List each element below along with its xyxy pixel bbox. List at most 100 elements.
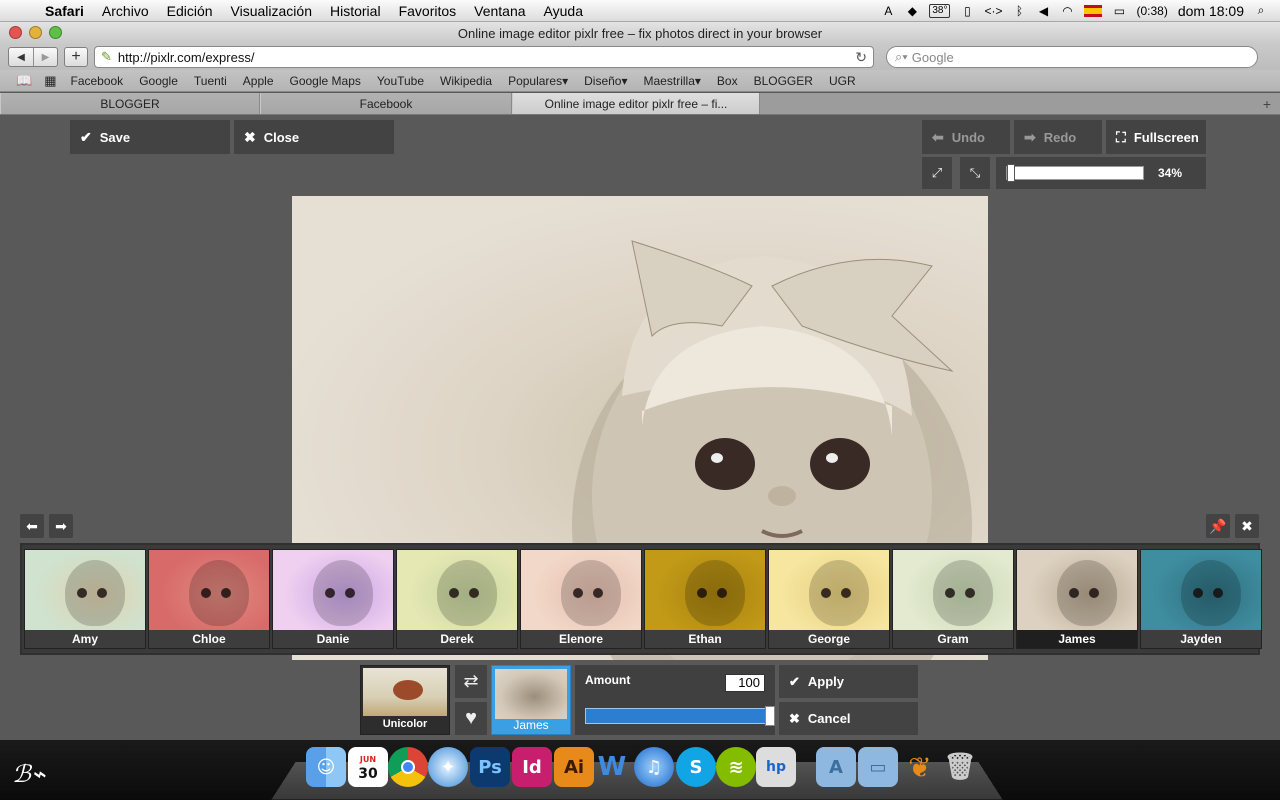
adobe-icon[interactable]: A — [881, 4, 895, 18]
reading-list-icon[interactable]: 📖 — [10, 73, 38, 89]
strip-next-button[interactable]: ➡ — [49, 514, 73, 538]
clipboard-icon[interactable]: ▯ — [960, 4, 974, 18]
clock[interactable]: dom 18:09 — [1178, 3, 1244, 19]
effect-thumbnail[interactable]: James — [1016, 549, 1138, 649]
bluetooth-icon[interactable]: ᛒ — [1012, 4, 1026, 18]
zoom-slider[interactable] — [1006, 164, 1144, 182]
add-bookmark-button[interactable]: + — [64, 47, 88, 67]
save-button[interactable]: ✔ Save — [70, 120, 230, 154]
menu-edicion[interactable]: Edición — [158, 3, 222, 19]
search-field[interactable]: ⌕▾ Google — [886, 46, 1258, 68]
bookmark-diseno[interactable]: Diseño▾ — [576, 74, 635, 88]
tab-blogger[interactable]: BLOGGER — [0, 93, 260, 114]
reload-icon[interactable]: ↻ — [855, 49, 867, 66]
bookmark-maestrilla[interactable]: Maestrilla▾ — [636, 74, 709, 88]
effect-thumbnail[interactable]: Jayden — [1140, 549, 1262, 649]
wifi-icon[interactable]: ◠ — [1060, 4, 1074, 18]
effect-thumbnail[interactable]: Derek — [396, 549, 518, 649]
dropbox-icon[interactable]: ◆ — [905, 4, 919, 18]
safari-icon[interactable]: ✦ — [428, 747, 468, 787]
strip-prev-button[interactable]: ⬅ — [20, 514, 44, 538]
effect-thumbnail[interactable]: Amy — [24, 549, 146, 649]
redo-button[interactable]: ➡ Redo — [1014, 120, 1102, 154]
apply-button[interactable]: ✔ Apply — [779, 665, 918, 698]
amount-input[interactable]: 100 — [725, 674, 765, 692]
actual-size-button[interactable]: ⤡ — [960, 157, 990, 189]
bookmark-facebook[interactable]: Facebook — [62, 74, 131, 88]
effect-thumbnail[interactable]: Gram — [892, 549, 1014, 649]
effect-thumbnail[interactable]: Ethan — [644, 549, 766, 649]
url-text[interactable]: http://pixlr.com/express/ — [118, 50, 255, 65]
bookmark-google-maps[interactable]: Google Maps — [282, 74, 369, 88]
transmit-icon[interactable]: ❦ — [900, 747, 940, 787]
menu-app-safari[interactable]: Safari — [36, 3, 93, 19]
menu-ventana[interactable]: Ventana — [465, 3, 534, 19]
back-button[interactable]: ◀ — [9, 48, 33, 66]
spotify-icon[interactable]: ≋ — [716, 747, 756, 787]
random-effect-button[interactable]: ⇄ — [455, 665, 487, 698]
trash-icon[interactable]: 🗑 — [940, 747, 980, 787]
close-button[interactable]: ✖ Close — [234, 120, 394, 154]
spotlight-icon[interactable]: ⌕ — [1254, 3, 1268, 18]
volume-icon[interactable]: ◀ — [1036, 4, 1050, 18]
menu-visualizacion[interactable]: Visualización — [222, 3, 321, 19]
category-unicolor-button[interactable]: Unicolor — [360, 665, 450, 735]
new-tab-icon[interactable]: + — [1254, 93, 1280, 114]
bookmark-ugr[interactable]: UGR — [821, 74, 864, 88]
finder-icon[interactable]: ☺ — [306, 747, 346, 787]
pin-strip-button[interactable]: 📌 — [1206, 514, 1230, 538]
bookmark-blogger[interactable]: BLOGGER — [746, 74, 821, 88]
bookmark-tuenti[interactable]: Tuenti — [186, 74, 235, 88]
menu-ayuda[interactable]: Ayuda — [535, 3, 592, 19]
cancel-button[interactable]: ✖ Cancel — [779, 702, 918, 735]
zoom-slider-thumb[interactable] — [1007, 164, 1015, 182]
forward-button[interactable]: ▶ — [33, 48, 57, 66]
menu-favoritos[interactable]: Favoritos — [390, 3, 466, 19]
zoom-window-button[interactable] — [49, 26, 62, 39]
documents-folder-icon[interactable]: ▭ — [858, 747, 898, 787]
effect-thumbnail[interactable]: Elenore — [520, 549, 642, 649]
battery-icon[interactable]: ▭ — [1112, 4, 1126, 18]
shuffle-icon: ⇄ — [463, 671, 479, 691]
selected-effect-thumbnail[interactable]: James — [491, 665, 571, 735]
minimize-window-button[interactable] — [29, 26, 42, 39]
illustrator-icon[interactable]: Ai — [554, 747, 594, 787]
effect-thumbnail[interactable]: George — [768, 549, 890, 649]
amount-slider[interactable] — [585, 706, 775, 726]
bookmark-box[interactable]: Box — [709, 74, 746, 88]
menu-bar: Safari Archivo Edición Visualización His… — [0, 0, 1280, 22]
photoshop-icon[interactable]: Ps — [470, 747, 510, 787]
chrome-icon[interactable] — [388, 747, 428, 787]
itunes-icon[interactable]: ♫ — [634, 747, 674, 787]
menu-historial[interactable]: Historial — [321, 3, 390, 19]
preview-icon[interactable]: hp — [756, 747, 796, 787]
menu-archivo[interactable]: Archivo — [93, 3, 158, 19]
fullscreen-button[interactable]: ⛶ Fullscreen — [1106, 120, 1206, 154]
ical-icon[interactable]: JUN 30 — [348, 747, 388, 787]
bookmark-apple[interactable]: Apple — [235, 74, 282, 88]
battery-time[interactable]: (0:38) — [1136, 4, 1167, 18]
effect-thumbnail[interactable]: Chloe — [148, 549, 270, 649]
tab-pixlr[interactable]: Online image editor pixlr free – fi... — [512, 93, 760, 114]
bookmark-youtube[interactable]: YouTube — [369, 74, 432, 88]
amount-slider-thumb[interactable] — [765, 706, 775, 726]
favorite-button[interactable]: ♥ — [455, 702, 487, 735]
dreamweaver-icon[interactable]: W — [592, 747, 632, 787]
bookmark-wikipedia[interactable]: Wikipedia — [432, 74, 500, 88]
top-sites-icon[interactable]: ▦ — [38, 73, 62, 89]
indesign-icon[interactable]: Id — [512, 747, 552, 787]
close-window-button[interactable] — [9, 26, 22, 39]
undo-button[interactable]: ⬅ Undo — [922, 120, 1010, 154]
code-icon[interactable]: <·> — [984, 4, 1002, 18]
address-bar[interactable]: ✎ http://pixlr.com/express/ ↻ — [94, 46, 874, 68]
flag-spain-icon[interactable] — [1084, 4, 1103, 17]
bookmark-google[interactable]: Google — [131, 74, 186, 88]
applications-folder-icon[interactable]: A — [816, 747, 856, 787]
tab-facebook[interactable]: Facebook — [260, 93, 512, 114]
close-strip-button[interactable]: ✖ — [1235, 514, 1259, 538]
fit-to-screen-button[interactable]: ⤢ — [922, 157, 952, 189]
effect-thumbnail[interactable]: Danie — [272, 549, 394, 649]
temperature-badge[interactable]: 38° — [929, 3, 951, 18]
bookmark-populares[interactable]: Populares▾ — [500, 74, 576, 88]
skype-icon[interactable]: S — [676, 747, 716, 787]
